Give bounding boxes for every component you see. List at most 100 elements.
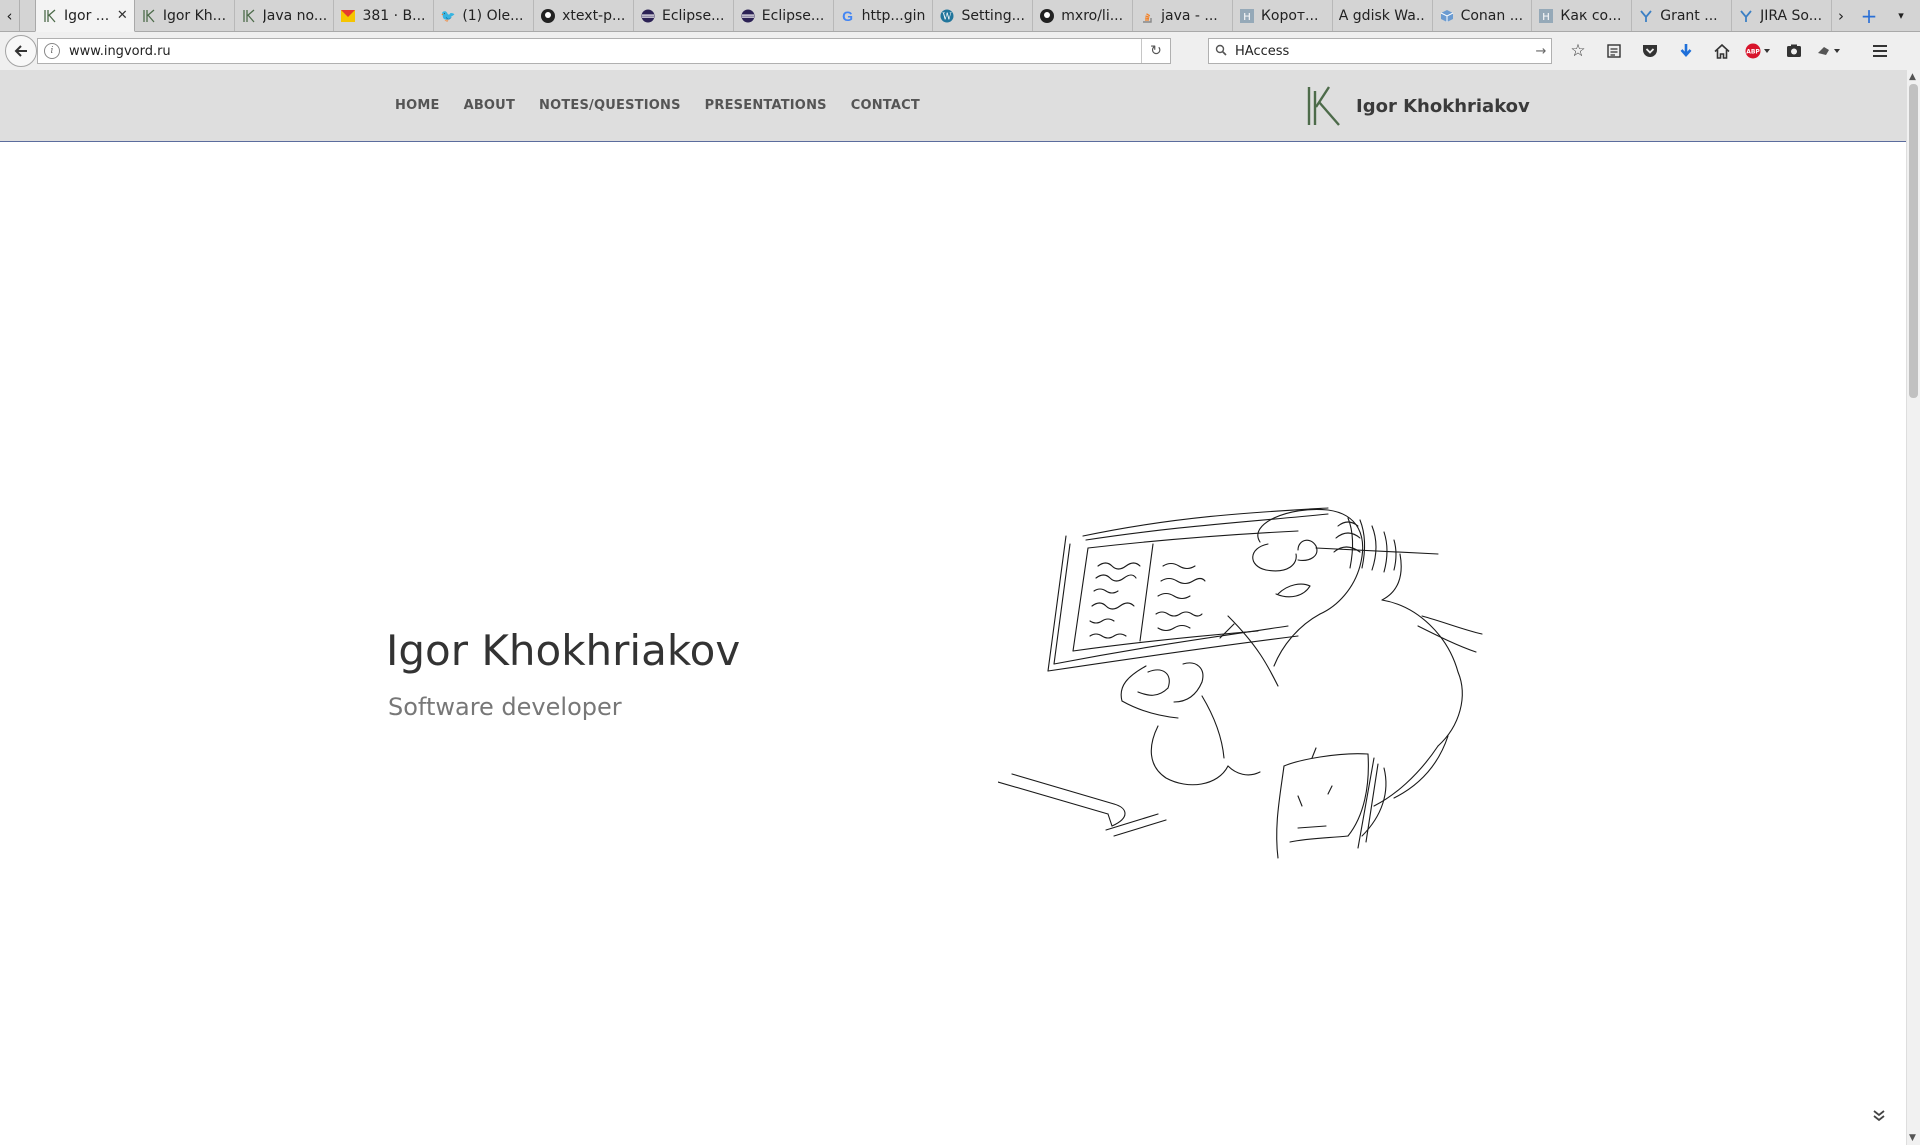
tab-label: xtext-p... [562,7,626,24]
extension-menu-icon[interactable] [1812,38,1848,64]
stackoverflow-icon [1139,8,1155,24]
browser-tab[interactable]: Igor ... ✕ [35,0,135,32]
close-tab-icon[interactable]: ✕ [117,8,128,23]
tab-label: Eclipse... [661,7,725,24]
menu-item-presentations[interactable]: PRESENTATIONS [705,98,827,113]
screenshot-icon[interactable] [1776,38,1812,64]
back-button[interactable] [5,35,37,67]
jira-icon [1738,8,1754,24]
site-brand[interactable]: Igor Khokhriakov [1305,84,1530,128]
tab-label: Как со... [1560,7,1622,24]
url-input[interactable]: www.ingvord.ru [69,44,1141,59]
mail-icon [340,8,356,24]
browser-tab[interactable]: Eclipse... [634,0,734,31]
tab-label: (1) Ole... [462,7,524,24]
wordpress-icon: W [939,8,955,24]
scroll-up-arrow-icon[interactable]: ▲ [1909,72,1916,82]
hero-name: Igor Khokhriakov [386,626,741,675]
tab-label: Igor Kh... [162,7,227,24]
browser-tab[interactable]: W Setting... [933,0,1034,31]
page-scrollbar[interactable]: ▲ ▼ [1906,70,1920,1145]
browser-tab-strip: ‹ Igor ... ✕ Igor Kh... Java no... 381 · [0,0,1920,32]
adblock-icon[interactable]: ABP [1740,38,1776,64]
cube-icon [1439,8,1455,24]
browser-tab[interactable]: Eclipse... [734,0,834,31]
scroll-down-chevron-icon[interactable] [1872,1108,1886,1126]
main-menu: HOME ABOUT NOTES/QUESTIONS PRESENTATIONS… [395,70,944,141]
svg-text:W: W [943,12,953,22]
menu-item-notes-questions[interactable]: NOTES/QUESTIONS [539,98,681,113]
github-icon [1039,8,1055,24]
eclipse-icon [640,8,656,24]
site-header: HOME ABOUT NOTES/QUESTIONS PRESENTATIONS… [0,70,1906,142]
tab-label: JIRA So... [1760,7,1823,24]
google-icon: G [842,7,854,24]
scrollbar-thumb[interactable] [1909,84,1918,398]
browser-tab[interactable]: A gdisk Wa... [1333,0,1433,31]
search-go-arrow-icon[interactable]: → [1531,44,1551,59]
tab-label: A gdisk Wa... [1338,7,1426,24]
hamburger-menu-icon[interactable] [1862,38,1898,64]
habr-icon: H [1538,8,1554,24]
developer-sketch-illustration [998,507,1483,859]
browser-tab[interactable]: H Как со... [1532,0,1633,31]
tab-scroll-right-button[interactable]: › [1830,7,1852,25]
tab-label: Корот... [1260,7,1319,24]
browser-tab[interactable]: Grant ... [1632,0,1733,31]
bookmark-star-icon[interactable]: ☆ [1560,38,1596,64]
tab-list-dropdown-icon[interactable]: ▾ [1886,9,1916,22]
browser-tab[interactable]: Igor Kh... [135,0,235,31]
site-info-icon[interactable]: i [44,43,60,59]
tab-label: Igor ... [64,7,110,24]
new-tab-plus-icon[interactable]: + [1852,4,1886,28]
tab-label: Java no... [262,7,328,24]
search-icon [1215,44,1229,59]
ik-logo-icon [141,8,157,24]
tab-label: 381 · B... [362,7,426,24]
menu-item-home[interactable]: HOME [395,98,440,113]
ik-logo-icon [241,8,257,24]
tab-label: Setting... [961,7,1025,24]
browser-tab[interactable]: Conan ... [1433,0,1533,31]
tab-label: Eclipse... [761,7,825,24]
ik-logo-icon [1307,86,1340,126]
eclipse-icon [740,8,756,24]
svg-text:H: H [1543,12,1551,23]
browser-tab[interactable]: 🐦 (1) Ole... [434,0,535,31]
menu-item-about[interactable]: ABOUT [464,98,515,113]
twitter-icon: 🐦 [440,8,456,23]
jira-icon [1638,8,1654,24]
browser-tab[interactable]: Java no... [235,0,335,31]
svg-text:H: H [1243,12,1251,23]
tab-strip-controls: › + ▾ [1830,0,1916,31]
tab-label: mxro/li... [1061,7,1124,24]
ik-logo-icon [42,8,58,24]
browser-tab[interactable]: xtext-p... [534,0,634,31]
reading-list-icon[interactable] [1596,38,1632,64]
scroll-down-arrow-icon[interactable]: ▼ [1909,1133,1916,1143]
reload-icon[interactable]: ↻ [1141,39,1170,63]
browser-tab[interactable]: G http...gin [834,0,934,31]
download-icon[interactable] [1668,38,1704,64]
tab-label: java - ... [1161,7,1218,24]
menu-item-contact[interactable]: CONTACT [851,98,920,113]
browser-toolbar: ☆ ABP [1560,38,1898,64]
arrow-left-icon [14,45,27,57]
svg-text:ABP: ABP [1746,49,1760,56]
pocket-icon[interactable] [1632,38,1668,64]
home-icon[interactable] [1704,38,1740,64]
browser-tab[interactable]: JIRA So... [1732,0,1832,31]
browser-tab[interactable]: 381 · B... [334,0,435,31]
tab-label: http...gin [861,7,926,24]
browser-tab[interactable]: mxro/li... [1033,0,1134,31]
tab-label: Grant ... [1660,7,1718,24]
tab-scroll-left-button[interactable]: ‹ [0,0,20,31]
search-input[interactable]: HAccess [1235,44,1531,59]
browser-tab[interactable]: java - ... [1133,0,1233,31]
tab-list: Igor ... ✕ Igor Kh... Java no... 381 · B… [35,0,1832,32]
browser-tab[interactable]: H Корот... [1233,0,1333,31]
search-box[interactable]: HAccess → [1208,38,1552,64]
hero-role: Software developer [388,693,622,721]
url-bar[interactable]: i www.ingvord.ru ↻ [37,38,1171,64]
github-icon [540,8,556,24]
